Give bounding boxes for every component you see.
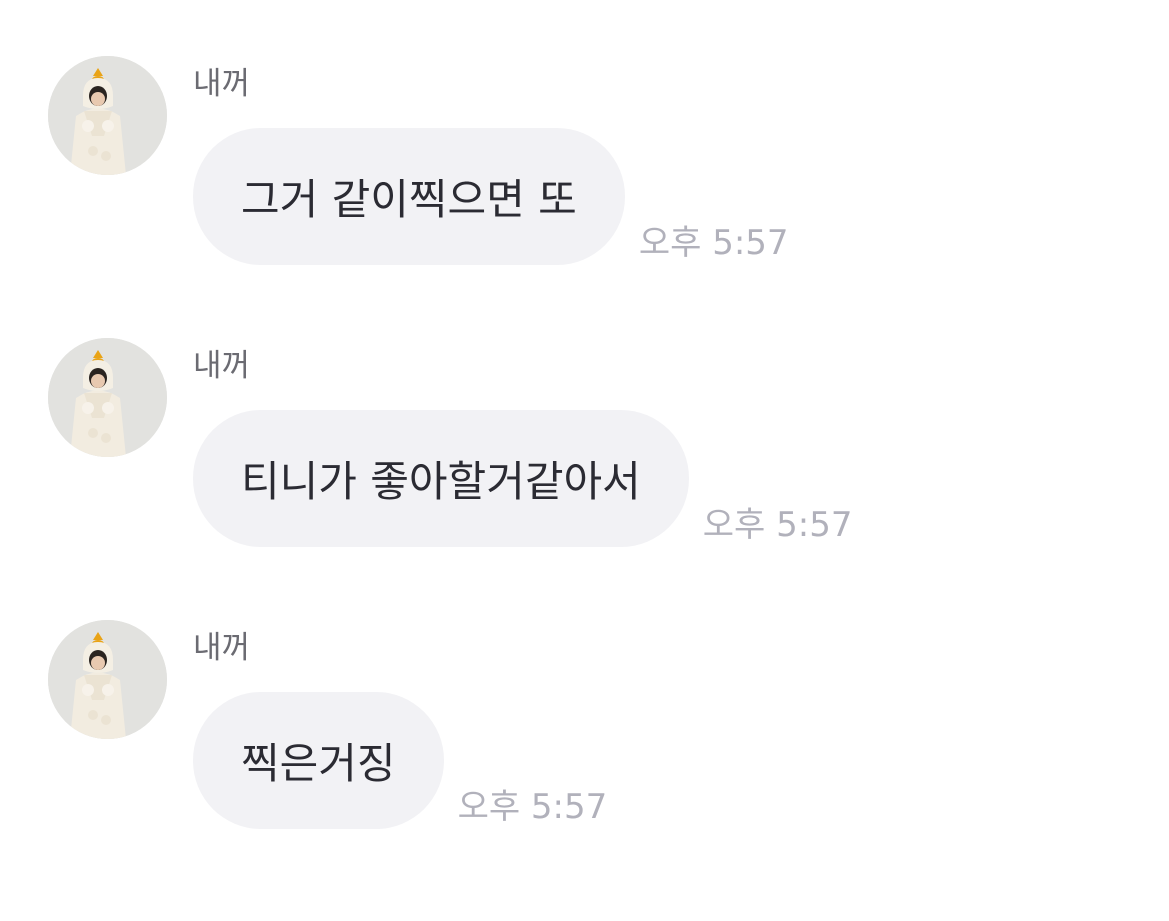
message-timestamp: 오후 5:57	[457, 787, 608, 827]
message-row: 그거 같이찍으면 또 오후 5:57	[193, 128, 789, 265]
avatar-photo-icon	[48, 620, 167, 739]
message-bubble[interactable]: 찍은거징	[193, 692, 444, 829]
message-row: 찍은거징 오후 5:57	[193, 692, 607, 829]
sender-name: 내꺼	[193, 348, 251, 384]
message-group: 내꺼 그거 같이찍으면 또 오후 5:57	[0, 56, 1169, 296]
message-row: 티니가 좋아할거같아서 오후 5:57	[193, 410, 852, 547]
message-group: 내꺼 티니가 좋아할거같아서 오후 5:57	[0, 338, 1169, 578]
message-bubble[interactable]: 티니가 좋아할거같아서	[193, 410, 689, 547]
sender-name: 내꺼	[193, 630, 251, 666]
avatar[interactable]	[48, 338, 167, 457]
message-timestamp: 오후 5:57	[702, 505, 853, 545]
avatar[interactable]	[48, 56, 167, 175]
avatar-photo-icon	[48, 56, 167, 175]
sender-name: 내꺼	[193, 66, 251, 102]
avatar-photo-icon	[48, 338, 167, 457]
message-timestamp: 오후 5:57	[638, 223, 789, 263]
message-bubble[interactable]: 그거 같이찍으면 또	[193, 128, 625, 265]
message-group: 내꺼 찍은거징 오후 5:57	[0, 620, 1169, 860]
avatar[interactable]	[48, 620, 167, 739]
